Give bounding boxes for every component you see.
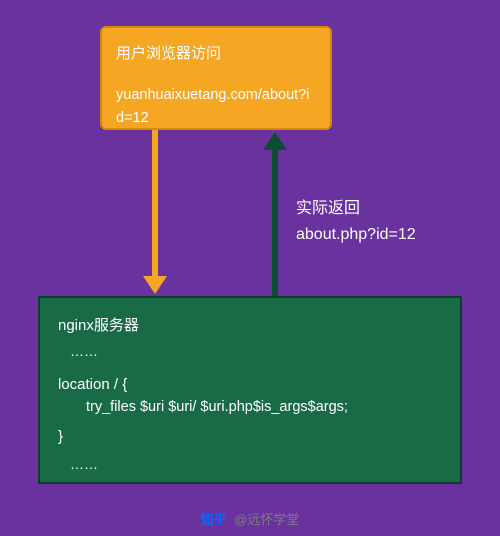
try-files-directive: try_files $uri $uri/ $uri.php$is_args$ar… — [86, 396, 442, 418]
response-label-line1: 实际返回 — [296, 196, 416, 222]
response-label: 实际返回 about.php?id=12 — [296, 196, 416, 247]
request-url: yuanhuaixuetang.com/about?id=12 — [116, 84, 316, 130]
diagram-canvas: 用户浏览器访问 yuanhuaixuetang.com/about?id=12 … — [0, 0, 500, 536]
zhihu-brand: 知乎 — [201, 512, 227, 527]
server-ellipsis-bottom: …… — [70, 454, 442, 476]
author-handle: @远怀学堂 — [234, 512, 299, 527]
response-arrow-up-icon — [272, 146, 278, 296]
nginx-server-box: nginx服务器 …… location / { try_files $uri … — [38, 296, 462, 484]
watermark-footer: 知乎 @远怀学堂 — [0, 509, 500, 528]
location-block-open: location / { — [58, 373, 442, 396]
server-title: nginx服务器 — [58, 314, 442, 337]
response-label-line2: about.php?id=12 — [296, 222, 416, 248]
browser-title: 用户浏览器访问 — [116, 42, 316, 66]
server-ellipsis-top: …… — [70, 341, 442, 363]
request-arrow-down-icon — [152, 130, 158, 280]
browser-request-box: 用户浏览器访问 yuanhuaixuetang.com/about?id=12 — [100, 26, 332, 130]
location-block-close: } — [58, 425, 442, 448]
